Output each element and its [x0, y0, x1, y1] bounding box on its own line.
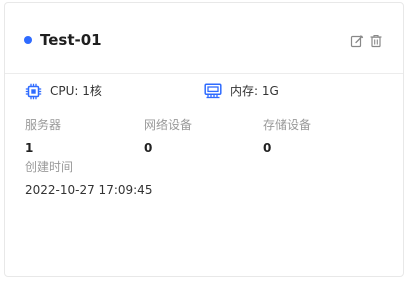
stat-storage-devices: 存储设备 0 [263, 116, 311, 157]
cpu-text: CPU: 1核 [50, 84, 102, 98]
memory-icon [204, 83, 222, 99]
created-label: 创建时间 [25, 160, 74, 174]
stat-value: 0 [144, 141, 153, 155]
memory-text: 内存: 1G [230, 84, 279, 98]
card-header: Test-01 [5, 3, 403, 73]
header-divider [5, 73, 403, 74]
stat-value: 0 [263, 141, 272, 155]
edit-icon[interactable] [350, 33, 364, 48]
stat-network-devices: 网络设备 0 [144, 116, 192, 157]
stat-value: 1 [25, 141, 34, 155]
stat-label: 存储设备 [263, 118, 312, 132]
stat-servers: 服务器 1 [25, 116, 61, 157]
memory-spec: 内存: 1G [204, 82, 279, 100]
created-value: 2022-10-27 17:09:45 [25, 183, 153, 197]
resource-card: Test-01 CPU: 1核 内存: 1G 服务器 1 网络设备 0 存储设备… [4, 2, 404, 277]
cpu-chip-icon [25, 83, 42, 100]
created-time: 创建时间 2022-10-27 17:09:45 [25, 158, 152, 199]
stat-label: 服务器 [25, 118, 62, 132]
trash-icon[interactable] [369, 33, 383, 48]
card-title: Test-01 [40, 31, 102, 49]
status-dot [24, 36, 32, 44]
cpu-spec: CPU: 1核 [25, 82, 102, 100]
stat-label: 网络设备 [144, 118, 193, 132]
